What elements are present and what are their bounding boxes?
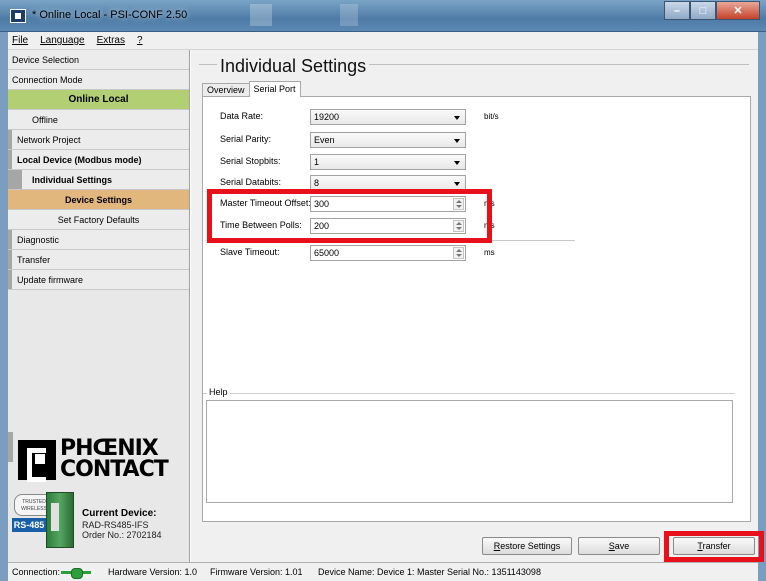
phoenix-contact-logo: PHŒNIX CONTACT (18, 436, 182, 482)
save-label: ave (614, 541, 630, 551)
sidebar-item-device-settings[interactable]: Device Settings (8, 190, 189, 210)
serial-stopbits-value: 1 (314, 157, 320, 167)
status-bar: Connection: Hardware Version: 1.0 Firmwa… (8, 562, 758, 581)
window-frame-left (0, 32, 8, 581)
serial-parity-label: Serial Parity: (220, 134, 272, 144)
data-rate-unit: bit/s (484, 112, 499, 121)
sidebar-item-device-selection[interactable]: Device Selection (8, 50, 189, 70)
sidebar: Device Selection Connection Mode Online … (8, 50, 190, 562)
chevron-down-icon (451, 134, 463, 146)
data-rate-label: Data Rate: (220, 111, 264, 121)
menu-file[interactable]: File (12, 35, 28, 46)
serial-port-panel: Data Rate: 19200 bit/s Serial Parity: Ev… (202, 96, 751, 522)
device-info: Device Name: Device 1: Master Serial No.… (318, 567, 541, 577)
data-rate-row: Data Rate: 19200 bit/s (220, 109, 550, 125)
serial-stopbits-label: Serial Stopbits: (220, 156, 281, 166)
slave-timeout-value: 65000 (314, 248, 340, 258)
device-image (46, 492, 74, 548)
connection-plug-icon (61, 568, 91, 579)
menu-help[interactable]: ? (137, 35, 143, 46)
help-group-line (203, 393, 735, 394)
menu-bar: File Language Extras ? (8, 32, 758, 50)
sidebar-item-online-local[interactable]: Online Local (8, 90, 189, 110)
slave-timeout-unit: ms (484, 248, 495, 257)
connection-label: Connection: (12, 567, 61, 577)
close-button[interactable]: ✕ (716, 1, 760, 20)
help-text-area[interactable] (206, 400, 733, 503)
serial-parity-value: Even (314, 135, 335, 145)
serial-parity-row: Serial Parity: Even (220, 132, 550, 148)
restore-label: estore Settings (500, 541, 561, 551)
current-device-label: Current Device: (82, 508, 157, 519)
current-device-panel: TRUSTED WIRELESS RS-485 Current Device: R… (12, 488, 186, 548)
save-button[interactable]: Save (578, 537, 660, 555)
menu-language[interactable]: Language (40, 35, 85, 46)
phoenix-logo-icon (18, 440, 56, 482)
sidebar-item-update-firmware[interactable]: Update firmware (8, 270, 189, 290)
highlight-transfer-button (664, 531, 764, 562)
chevron-down-icon (451, 111, 463, 123)
page-title: Individual Settings (217, 56, 370, 77)
serial-stopbits-select[interactable]: 1 (310, 154, 466, 170)
slave-timeout-spinner[interactable]: 65000 (310, 245, 466, 261)
serial-databits-value: 8 (314, 178, 320, 188)
minimize-button[interactable]: – (664, 1, 690, 20)
current-device-model: RAD-RS485-IFS (82, 520, 149, 530)
slave-timeout-label: Slave Timeout: (220, 247, 280, 257)
sidebar-item-local-device[interactable]: Local Device (Modbus mode) (8, 150, 189, 170)
sidebar-item-individual-settings[interactable]: Individual Settings (8, 170, 189, 190)
sidebar-item-offline[interactable]: Offline (8, 110, 189, 130)
firmware-version: Firmware Version: 1.01 (210, 567, 303, 577)
window-title: * Online Local - PSI-CONF 2.50 (32, 9, 188, 21)
restore-settings-button[interactable]: Restore Settings (482, 537, 572, 555)
sidebar-item-diagnostic[interactable]: Diagnostic (8, 230, 189, 250)
titlebar-decoration (250, 4, 272, 26)
serial-parity-select[interactable]: Even (310, 132, 466, 148)
hardware-version: Hardware Version: 1.0 (108, 567, 198, 577)
tab-overview[interactable]: Overview (202, 83, 250, 97)
highlight-timing-fields (207, 189, 492, 243)
titlebar-decoration (340, 4, 358, 26)
tab-serial-port[interactable]: Serial Port (248, 81, 301, 97)
chevron-down-icon (451, 156, 463, 168)
main-panel: Individual Settings Overview Serial Port… (191, 50, 758, 562)
tab-strip: Overview Serial Port (202, 81, 301, 97)
sidebar-item-network-project[interactable]: Network Project (8, 130, 189, 150)
chevron-down-icon (451, 177, 463, 189)
sidebar-item-connection-mode[interactable]: Connection Mode (8, 70, 189, 90)
current-device-order: Order No.: 2702184 (82, 530, 162, 540)
spinner-arrows-icon[interactable] (453, 247, 464, 259)
data-rate-value: 19200 (314, 112, 340, 122)
help-label: Help (207, 387, 230, 397)
title-bar: * Online Local - PSI-CONF 2.50 – □ ✕ (0, 0, 766, 32)
sidebar-stripe (8, 432, 13, 462)
slave-timeout-row: Slave Timeout: 65000 ms (220, 245, 550, 261)
maximize-button[interactable]: □ (690, 1, 716, 20)
menu-extras[interactable]: Extras (97, 35, 125, 46)
rs485-badge: RS-485 (12, 518, 46, 532)
help-group: Help (203, 387, 735, 507)
window-frame-right (758, 32, 766, 581)
sidebar-item-transfer[interactable]: Transfer (8, 250, 189, 270)
serial-databits-label: Serial Databits: (220, 177, 282, 187)
data-rate-select[interactable]: 19200 (310, 109, 466, 125)
serial-stopbits-row: Serial Stopbits: 1 (220, 154, 550, 170)
app-icon (10, 9, 26, 23)
sidebar-item-set-factory-defaults[interactable]: Set Factory Defaults (8, 210, 189, 230)
logo-text: PHŒNIX CONTACT (60, 436, 169, 482)
